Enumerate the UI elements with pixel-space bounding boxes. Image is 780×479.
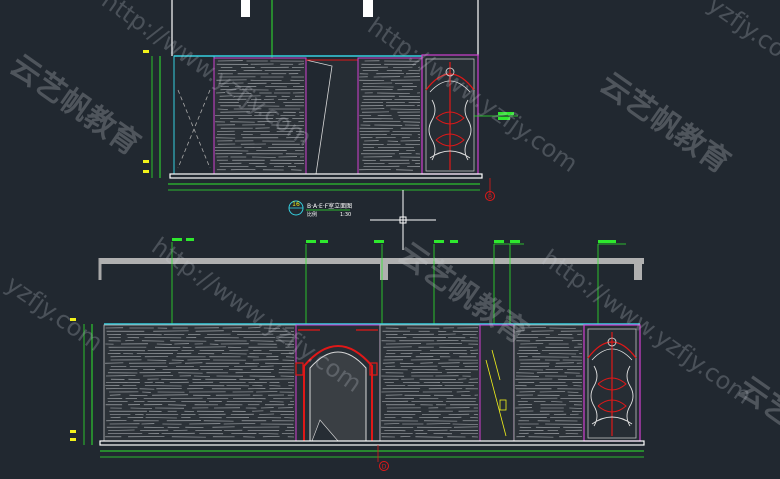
watermark-domain: yzfjy.com: [703, 0, 780, 77]
elevation-title: B·A·E·F室立面图: [307, 202, 352, 210]
cad-drawing-canvas[interactable]: B 16 B·A·E·F室立面图 比例 1:30: [0, 0, 780, 475]
watermark-brand: 云艺帆教育: [3, 48, 146, 163]
elevation-scale-label: 比例: [307, 211, 317, 218]
elevation-scale: 1:30: [340, 212, 351, 218]
section-marker-d-label: D: [382, 464, 387, 471]
watermark-domain: yzfjy.com: [1, 270, 108, 357]
section-marker-d: D: [380, 462, 389, 471]
section-marker-b: B: [486, 192, 495, 201]
wood-grain-hatch: [105, 328, 294, 438]
elevation-number: 16: [292, 201, 300, 208]
cad-viewport[interactable]: B 16 B·A·E·F室立面图 比例 1:30: [0, 0, 780, 475]
watermark-brand: 云艺帆教育: [593, 66, 736, 181]
elevation-title-block: 16 B·A·E·F室立面图 比例 1:30: [289, 201, 352, 218]
bottom-ornate-door: [584, 325, 640, 441]
section-marker-b-label: B: [488, 194, 492, 201]
